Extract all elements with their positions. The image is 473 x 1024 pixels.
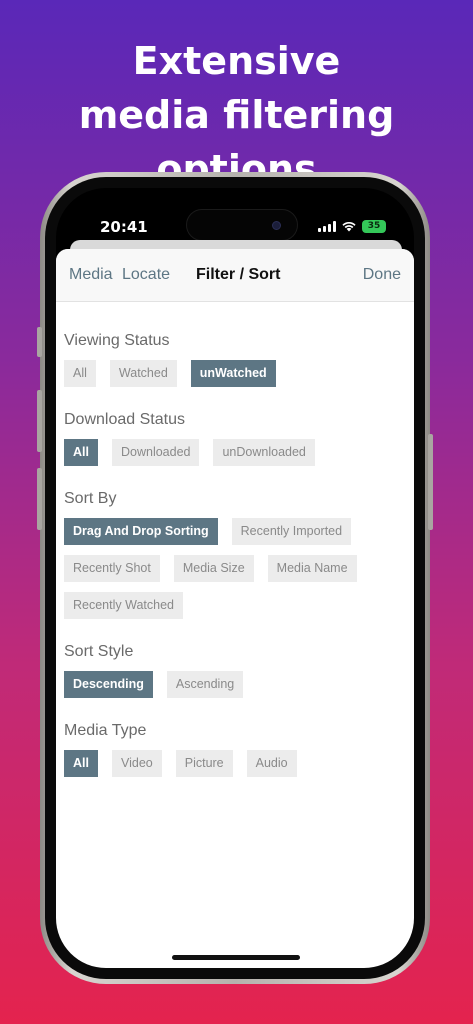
chip-sort-recently-shot[interactable]: Recently Shot — [64, 555, 160, 582]
wifi-icon — [342, 221, 356, 232]
chip-sort-media-size[interactable]: Media Size — [173, 555, 254, 582]
section-title: Media Type — [64, 722, 147, 739]
volume-up-button — [37, 390, 42, 452]
dynamic-island — [186, 209, 298, 241]
phone-frame: 20:41 35 Media Locate Filter / Sort Done… — [37, 172, 433, 984]
section-sort-by: Sort By Drag And Drop Sorting Recently I… — [64, 490, 414, 619]
chip-download-downloaded[interactable]: Downloaded — [111, 439, 200, 466]
section-title: Sort Style — [64, 643, 134, 660]
camera-icon — [272, 221, 281, 230]
chip-group: All Watched unWatched — [64, 360, 394, 387]
section-title: Download Status — [64, 411, 185, 428]
section-title: Sort By — [64, 490, 117, 507]
chip-group: Drag And Drop Sorting Recently Imported … — [64, 518, 394, 619]
headline-line-1: Extensive — [132, 39, 341, 83]
volume-down-button — [37, 468, 42, 530]
chip-viewing-all[interactable]: All — [64, 360, 96, 387]
chip-type-picture[interactable]: Picture — [175, 750, 233, 777]
battery-charging-icon: 35 — [362, 219, 386, 233]
status-icons: 35 — [318, 219, 386, 233]
chip-group: All Video Picture Audio — [64, 750, 394, 777]
media-tab-button[interactable]: Media — [69, 266, 113, 284]
chip-viewing-watched[interactable]: Watched — [109, 360, 177, 387]
chip-type-video[interactable]: Video — [111, 750, 162, 777]
chip-sort-media-name[interactable]: Media Name — [267, 555, 357, 582]
chip-group: Descending Ascending — [64, 671, 394, 698]
section-download-status: Download Status All Downloaded unDownloa… — [64, 411, 414, 466]
chip-sort-drag-and-drop[interactable]: Drag And Drop Sorting — [64, 518, 218, 545]
filter-sort-sheet: Media Locate Filter / Sort Done Viewing … — [56, 249, 414, 968]
cellular-signal-icon — [318, 220, 336, 232]
done-button[interactable]: Done — [363, 266, 401, 284]
chip-type-audio[interactable]: Audio — [246, 750, 297, 777]
filter-content: Viewing Status All Watched unWatched Dow… — [56, 302, 414, 777]
phone-screen: 20:41 35 Media Locate Filter / Sort Done… — [56, 188, 414, 968]
home-indicator — [172, 955, 300, 960]
status-time: 20:41 — [100, 218, 148, 236]
section-viewing-status: Viewing Status All Watched unWatched — [64, 332, 414, 387]
chip-download-undownloaded[interactable]: unDownloaded — [213, 439, 315, 466]
chip-style-descending[interactable]: Descending — [64, 671, 153, 698]
chip-group: All Downloaded unDownloaded — [64, 439, 394, 466]
section-media-type: Media Type All Video Picture Audio — [64, 722, 414, 777]
chip-sort-recently-watched[interactable]: Recently Watched — [64, 592, 183, 619]
page-title: Filter / Sort — [196, 266, 281, 283]
chip-sort-recently-imported[interactable]: Recently Imported — [231, 518, 352, 545]
chip-viewing-unwatched[interactable]: unWatched — [190, 360, 276, 387]
chip-style-ascending[interactable]: Ascending — [166, 671, 244, 698]
phone-bezel: 20:41 35 Media Locate Filter / Sort Done… — [45, 177, 425, 979]
power-button — [428, 434, 433, 530]
section-title: Viewing Status — [64, 332, 170, 349]
chip-type-all[interactable]: All — [64, 750, 98, 777]
navigation-bar: Media Locate Filter / Sort Done — [56, 249, 414, 302]
action-button — [37, 327, 42, 357]
section-sort-style: Sort Style Descending Ascending — [64, 643, 414, 698]
locate-tab-button[interactable]: Locate — [122, 266, 170, 284]
chip-download-all[interactable]: All — [64, 439, 98, 466]
